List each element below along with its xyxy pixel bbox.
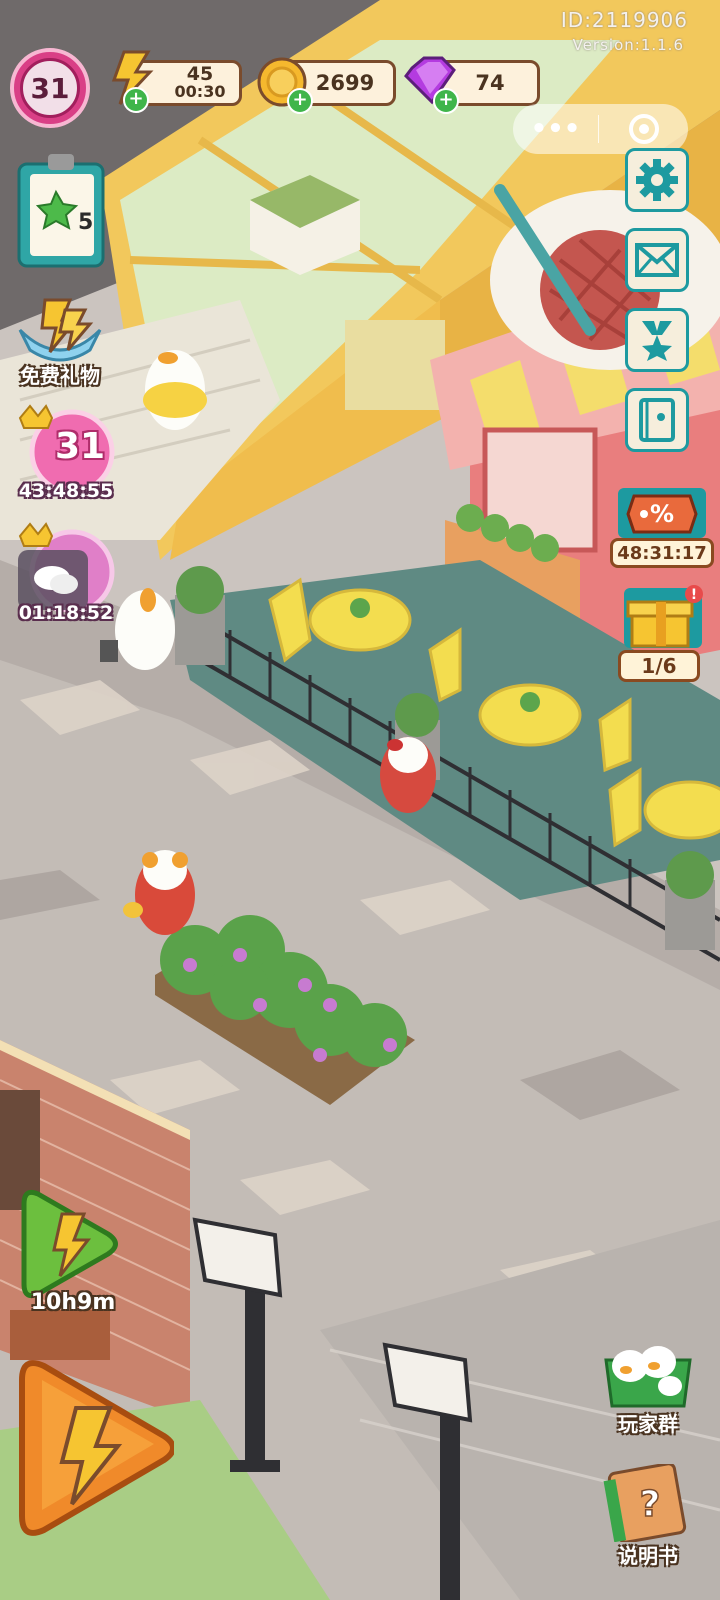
free-gift-button[interactable]: 免费礼物 (10, 290, 110, 390)
energy-refill-icon (21, 1189, 118, 1299)
gift-progress-button[interactable]: ! 1/6 (618, 584, 708, 688)
gift-basket-icon (18, 298, 102, 362)
chat-bubble-icon (18, 522, 115, 615)
add-coins-icon[interactable]: + (287, 88, 313, 114)
mail-icon (635, 243, 679, 277)
free-gift-label: 免费礼物 (20, 364, 100, 388)
play-button[interactable] (14, 1358, 176, 1538)
player-level-number: 31 (20, 58, 80, 118)
energy-value: 45 (186, 63, 214, 85)
miniprogram-capsule: ••• (513, 104, 688, 154)
gift-progress-text: 1/6 (618, 650, 700, 682)
close-miniprogram-icon[interactable] (599, 112, 688, 146)
book-icon (639, 398, 675, 442)
add-gems-icon[interactable]: + (433, 88, 459, 114)
achievements-button[interactable] (625, 308, 689, 372)
manual-button[interactable]: ? 说明书 (600, 1462, 696, 1568)
event-level-number: 31 (54, 426, 106, 467)
percent-tag-icon: % (618, 488, 706, 538)
svg-text:?: ? (640, 1484, 661, 1525)
help-book-icon: ? (603, 1462, 687, 1544)
chat-event-timer: 01:18:52 (18, 602, 114, 624)
player-group-button[interactable]: 玩家群 (596, 1340, 700, 1440)
event-timer: 43:48:55 (18, 480, 114, 502)
discount-sale-button[interactable]: % 48:31:17 (610, 484, 714, 570)
task-count: 5 (78, 210, 94, 235)
gift-box-icon: ! (624, 585, 703, 648)
version-label: Version:1.1.6 (572, 36, 684, 54)
gear-icon (636, 159, 678, 201)
task-board-button[interactable]: 5 (16, 152, 106, 270)
player-id: ID:2119906 (560, 8, 688, 32)
player-level-badge[interactable]: 31 (10, 48, 90, 128)
add-energy-icon[interactable]: + (123, 87, 149, 113)
energy-refill-button[interactable]: 10h9m (18, 1184, 128, 1324)
duck-group-icon (604, 1346, 692, 1408)
more-menu-icon[interactable]: ••• (513, 114, 598, 144)
medal-star-icon (642, 321, 672, 361)
handbook-button[interactable] (625, 388, 689, 452)
energy-refill-timer: 10h9m (30, 1290, 116, 1315)
mail-button[interactable] (625, 228, 689, 292)
svg-text:%: % (650, 500, 674, 528)
energy-timer: 00:30 (174, 82, 226, 101)
player-group-label: 玩家群 (618, 1412, 678, 1436)
svg-text:!: ! (691, 587, 697, 603)
manual-label: 说明书 (618, 1544, 678, 1568)
coins-value: 2699 (315, 71, 375, 95)
lightning-play-icon (19, 1360, 176, 1536)
sale-timer: 48:31:17 (610, 538, 714, 568)
event-level-button[interactable]: 31 43:48:55 (14, 404, 118, 508)
settings-button[interactable] (625, 148, 689, 212)
gems-value: 74 (475, 71, 505, 95)
chat-event-button[interactable]: 01:18:52 (14, 522, 118, 632)
